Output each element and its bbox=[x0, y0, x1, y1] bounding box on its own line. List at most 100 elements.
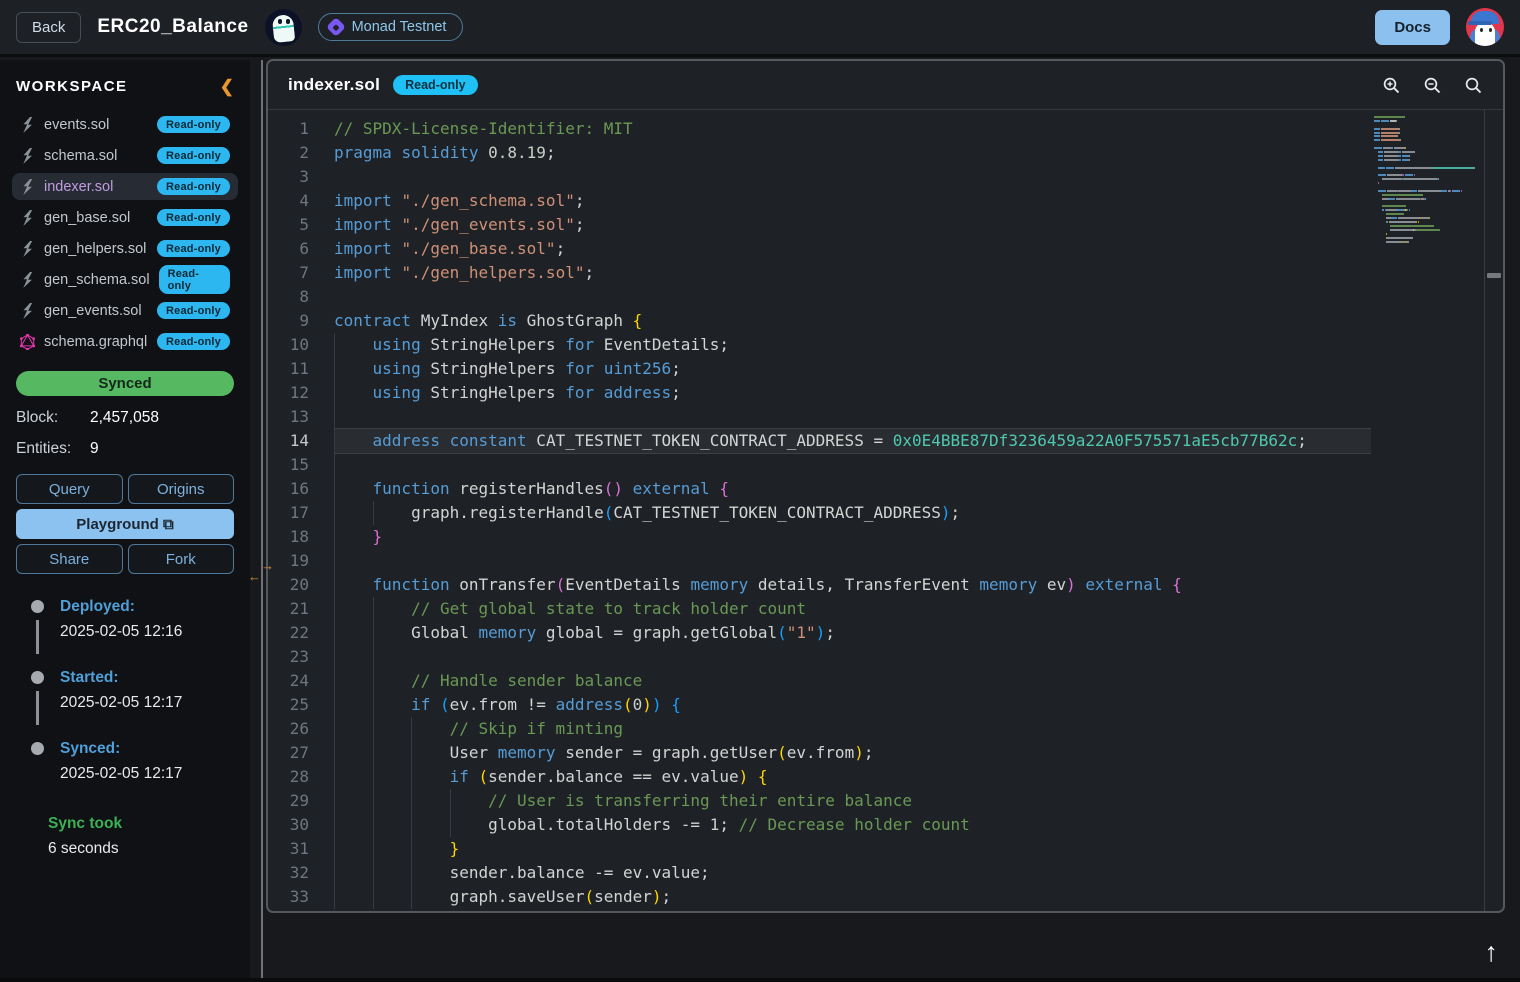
code-line-6: 6import "./gen_base.sol"; bbox=[268, 237, 1503, 261]
readonly-badge: Read-only bbox=[157, 333, 230, 350]
network-badge[interactable]: Monad Testnet bbox=[318, 13, 464, 41]
line-content: // Get global state to track holder coun… bbox=[334, 597, 1371, 621]
line-content: graph.saveUser(sender); bbox=[334, 885, 1371, 909]
line-number: 16 bbox=[268, 477, 334, 501]
code-line-18: 18 } bbox=[268, 525, 1503, 549]
code-line-11: 11 using StringHelpers for uint256; bbox=[268, 357, 1503, 381]
indent-guide bbox=[334, 693, 335, 717]
file-item-events-sol[interactable]: events.solRead-only bbox=[12, 111, 238, 138]
line-content: // User is transferring their entire bal… bbox=[334, 789, 1371, 813]
line-content: function onTransfer(EventDetails memory … bbox=[334, 573, 1371, 597]
file-item-gen_base-sol[interactable]: gen_base.sol Read-only bbox=[12, 204, 238, 231]
timeline-label: Deployed: bbox=[60, 598, 250, 616]
query-button[interactable]: Query bbox=[16, 474, 123, 504]
indent-guide bbox=[373, 813, 374, 837]
file-item-gen_schema-sol[interactable]: gen_schema.solRead-only bbox=[12, 266, 238, 293]
origins-button[interactable]: Origins bbox=[128, 474, 235, 504]
page-title: ERC20_Balance bbox=[97, 16, 248, 38]
file-item-indexer-sol[interactable]: indexer.solRead-only bbox=[12, 173, 238, 200]
penguin-avatar[interactable] bbox=[1466, 8, 1504, 46]
indent-guide bbox=[334, 525, 335, 549]
bottom-edge bbox=[0, 978, 1520, 982]
indent-guide bbox=[411, 741, 412, 765]
line-content: using StringHelpers for EventDetails; bbox=[334, 333, 1371, 357]
indent-guide bbox=[373, 765, 374, 789]
solidity-icon bbox=[20, 179, 35, 195]
indent-guide bbox=[411, 813, 412, 837]
indent-guide bbox=[334, 813, 335, 837]
code-line-32: 32 sender.balance -= ev.value; bbox=[268, 861, 1503, 885]
code-line-14: 14 address constant CAT_TESTNET_TOKEN_CO… bbox=[268, 429, 1503, 453]
line-number: 22 bbox=[268, 621, 334, 645]
code-line-10: 10 using StringHelpers for EventDetails; bbox=[268, 333, 1503, 357]
indent-guide bbox=[334, 573, 335, 597]
line-content: function registerHandles() external { bbox=[334, 477, 1371, 501]
indent-guide bbox=[334, 837, 335, 861]
scroll-to-top-button[interactable]: ↑ bbox=[1485, 939, 1499, 966]
file-item-schema-sol[interactable]: schema.solRead-only bbox=[12, 142, 238, 169]
indent-guide bbox=[334, 477, 335, 501]
file-item-gen_helpers-sol[interactable]: gen_helpers.solRead-only bbox=[12, 235, 238, 262]
line-content: import "./gen_schema.sol"; bbox=[334, 189, 1371, 213]
timeline-label: Synced: bbox=[60, 740, 250, 758]
code-line-17: 17 graph.registerHandle(CAT_TESTNET_TOKE… bbox=[268, 501, 1503, 525]
editor-panel: indexer.sol Read-only 1// SPDX-License-I… bbox=[266, 59, 1505, 913]
share-button[interactable]: Share bbox=[16, 544, 123, 574]
file-name: gen_base.sol bbox=[44, 210, 130, 226]
code-line-27: 27 User memory sender = graph.getUser(ev… bbox=[268, 741, 1503, 765]
magnifier-plus-icon[interactable] bbox=[1382, 76, 1401, 95]
line-number: 11 bbox=[268, 357, 334, 381]
minimap[interactable] bbox=[1374, 116, 1482, 244]
indent-guide bbox=[334, 453, 335, 477]
line-number: 12 bbox=[268, 381, 334, 405]
line-number: 33 bbox=[268, 885, 334, 909]
sync-took-value: 6 seconds bbox=[48, 840, 234, 858]
code-line-8: 8 bbox=[268, 285, 1503, 309]
back-button[interactable]: Back bbox=[16, 12, 81, 43]
timeline-connector bbox=[36, 620, 39, 654]
sidebar-resize-divider[interactable] bbox=[261, 60, 263, 982]
sync-status-badge: Synced bbox=[16, 371, 234, 396]
chevron-left-icon[interactable]: ❮ bbox=[220, 78, 234, 95]
magnifier-icon[interactable] bbox=[1464, 76, 1483, 95]
code-line-26: 26 // Skip if minting bbox=[268, 717, 1503, 741]
line-content: sender.balance -= ev.value; bbox=[334, 861, 1371, 885]
code-line-22: 22 Global memory global = graph.getGloba… bbox=[268, 621, 1503, 645]
fork-button[interactable]: Fork bbox=[128, 544, 235, 574]
file-name: schema.graphql bbox=[44, 334, 147, 350]
timeline-time: 2025-02-05 12:16 bbox=[60, 623, 250, 641]
file-item-schema-graphql[interactable]: schema.graphql Read-only bbox=[12, 328, 238, 355]
indent-guide bbox=[450, 813, 451, 837]
indent-guide bbox=[334, 333, 335, 357]
indent-guide bbox=[334, 861, 335, 885]
indent-guide bbox=[450, 789, 451, 813]
line-content: import "./gen_helpers.sol"; bbox=[334, 261, 1371, 285]
scrollbar-thumb[interactable] bbox=[1487, 273, 1501, 278]
line-number: 13 bbox=[268, 405, 334, 429]
indent-guide bbox=[373, 693, 374, 717]
file-item-gen_events-sol[interactable]: gen_events.solRead-only bbox=[12, 297, 238, 324]
line-content: // Handle sender balance bbox=[334, 669, 1371, 693]
timeline-time: 2025-02-05 12:17 bbox=[60, 694, 250, 712]
line-content: Global memory global = graph.getGlobal("… bbox=[334, 621, 1371, 645]
resize-handle-icon[interactable]: →← bbox=[248, 560, 274, 582]
readonly-badge: Read-only bbox=[393, 75, 477, 95]
code-line-29: 29 // User is transferring their entire … bbox=[268, 789, 1503, 813]
readonly-badge: Read-only bbox=[157, 209, 230, 226]
workspace-sidebar: WORKSPACE ❮ events.solRead-only schema.so… bbox=[0, 60, 250, 982]
timeline-item: Deployed: 2025-02-05 12:16 bbox=[0, 598, 250, 641]
timeline-time: 2025-02-05 12:17 bbox=[60, 765, 250, 783]
code-line-15: 15 bbox=[268, 453, 1503, 477]
magnifier-minus-icon[interactable] bbox=[1423, 76, 1442, 95]
docs-button[interactable]: Docs bbox=[1375, 10, 1450, 45]
indent-guide bbox=[334, 765, 335, 789]
line-content bbox=[334, 453, 1371, 477]
code-line-31: 31 } bbox=[268, 837, 1503, 861]
line-number: 32 bbox=[268, 861, 334, 885]
playground-button[interactable]: Playground ⧉ bbox=[16, 509, 234, 539]
entities-row: Entities: 9 bbox=[0, 440, 250, 458]
line-content: // SPDX-License-Identifier: MIT bbox=[334, 117, 1371, 141]
indent-guide bbox=[373, 741, 374, 765]
workspace-title: WORKSPACE bbox=[16, 78, 128, 95]
line-content: if (sender.balance == ev.value) { bbox=[334, 765, 1371, 789]
